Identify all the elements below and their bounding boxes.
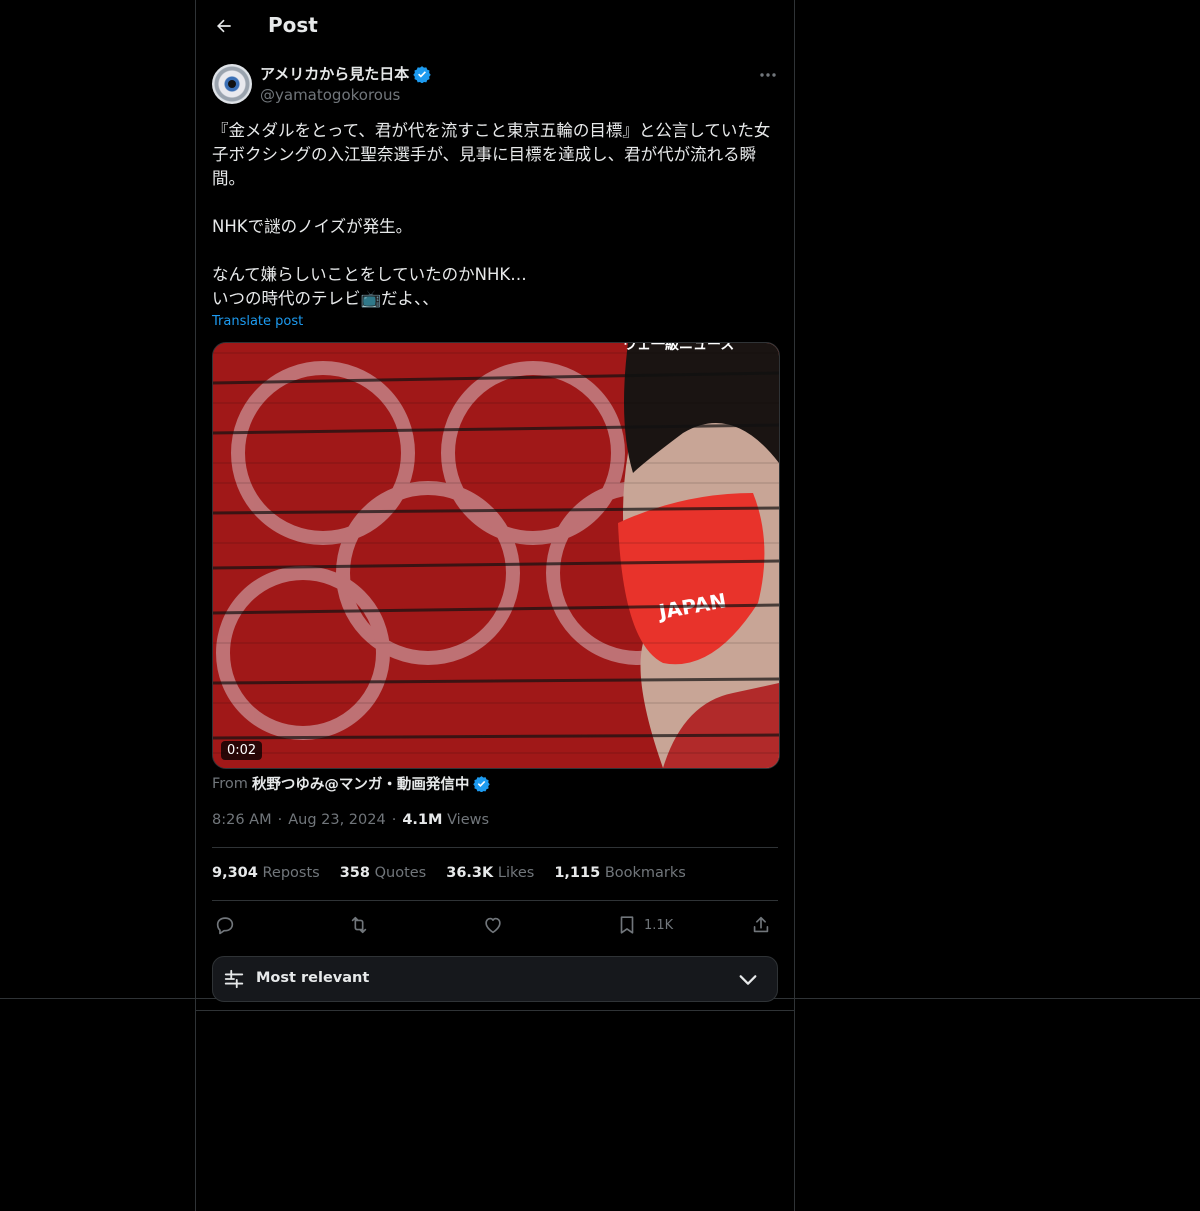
reply-icon — [216, 917, 234, 935]
sliders-icon — [224, 969, 244, 989]
avatar-eye-graphic — [228, 80, 236, 88]
post-text: 『金メダルをとって、君が代を流すこと東京五輪の目標』と公言していた女子ボクシング… — [212, 121, 771, 308]
repost-button[interactable] — [348, 910, 370, 940]
sort-label: Most relevant — [256, 970, 370, 986]
verified-badge-icon — [413, 65, 431, 83]
like-button[interactable] — [482, 910, 504, 940]
video-player[interactable]: JAPAN ウェ一級ニュース 0:02 — [212, 342, 780, 769]
from-label: From — [212, 775, 248, 792]
translate-post-link[interactable]: Translate post — [212, 314, 303, 329]
stat-count: 9,304 — [212, 865, 258, 881]
post-date[interactable]: Aug 23, 2024 — [288, 812, 386, 828]
author-handle[interactable]: @yamatogokorous — [260, 86, 400, 104]
stat-count: 36.3K — [446, 865, 494, 881]
reply-sort-dropdown[interactable]: Most relevant — [212, 956, 778, 1002]
avatar[interactable] — [212, 64, 252, 104]
video-frame: JAPAN ウェ一級ニュース — [213, 343, 779, 768]
stat-reposts[interactable]: 9,304 Reposts — [212, 865, 320, 881]
source-user-link[interactable]: 秋野つゆみ@マンガ・動画発信中 — [252, 773, 470, 794]
bookmark-count: 1.1K — [644, 917, 674, 933]
stat-label: Quotes — [374, 865, 427, 881]
engagement-stats: 9,304 Reposts 358 Quotes 36.3K Likes 1,1… — [212, 865, 686, 881]
bookmark-button[interactable]: 1.1K — [616, 910, 673, 940]
author-name-row: アメリカから見た日本 — [260, 63, 431, 84]
stat-label: Likes — [497, 865, 535, 881]
more-dots-icon — [760, 73, 776, 77]
stat-count: 358 — [339, 865, 370, 881]
page-title: Post — [268, 13, 318, 37]
divider — [212, 847, 778, 848]
svg-text:ウェ一級ニュース: ウェ一級ニュース — [623, 343, 734, 353]
post-time[interactable]: 8:26 AM — [212, 812, 272, 828]
more-options-button[interactable] — [756, 64, 780, 86]
meta-separator: · — [277, 812, 283, 828]
back-button[interactable] — [210, 12, 238, 40]
share-icon — [753, 916, 769, 933]
divider — [212, 900, 778, 901]
stat-label: Bookmarks — [604, 865, 686, 881]
post-header: Post — [196, 0, 794, 54]
views-label: Views — [447, 812, 490, 828]
stat-likes[interactable]: 36.3K Likes — [446, 865, 534, 881]
author-name[interactable]: アメリカから見た日本 — [260, 63, 409, 84]
views-count: 4.1M — [402, 812, 443, 828]
stat-bookmarks[interactable]: 1,115 Bookmarks — [554, 865, 686, 881]
post-meta-row: 8:26 AM · Aug 23, 2024 · 4.1M Views — [212, 812, 489, 828]
action-bar: 1.1K — [212, 910, 778, 940]
chevron-down-icon — [739, 975, 757, 985]
video-duration-badge: 0:02 — [221, 741, 263, 760]
stat-quotes[interactable]: 358 Quotes — [340, 865, 427, 881]
heart-icon — [485, 917, 501, 934]
bookmark-icon — [620, 916, 634, 934]
stat-label: Reposts — [262, 865, 320, 881]
verified-badge-icon — [473, 776, 491, 792]
share-button[interactable] — [750, 910, 772, 940]
video-source-row: From 秋野つゆみ@マンガ・動画発信中 — [212, 773, 491, 794]
stat-count: 1,115 — [554, 865, 601, 881]
repost-icon — [351, 916, 367, 934]
meta-separator: · — [391, 812, 397, 828]
reply-button[interactable] — [214, 910, 236, 940]
main-column: Post アメリカから見た日本 @yamatogokorous 『金メダルをとっ… — [195, 0, 795, 1211]
back-arrow-icon — [217, 19, 231, 33]
